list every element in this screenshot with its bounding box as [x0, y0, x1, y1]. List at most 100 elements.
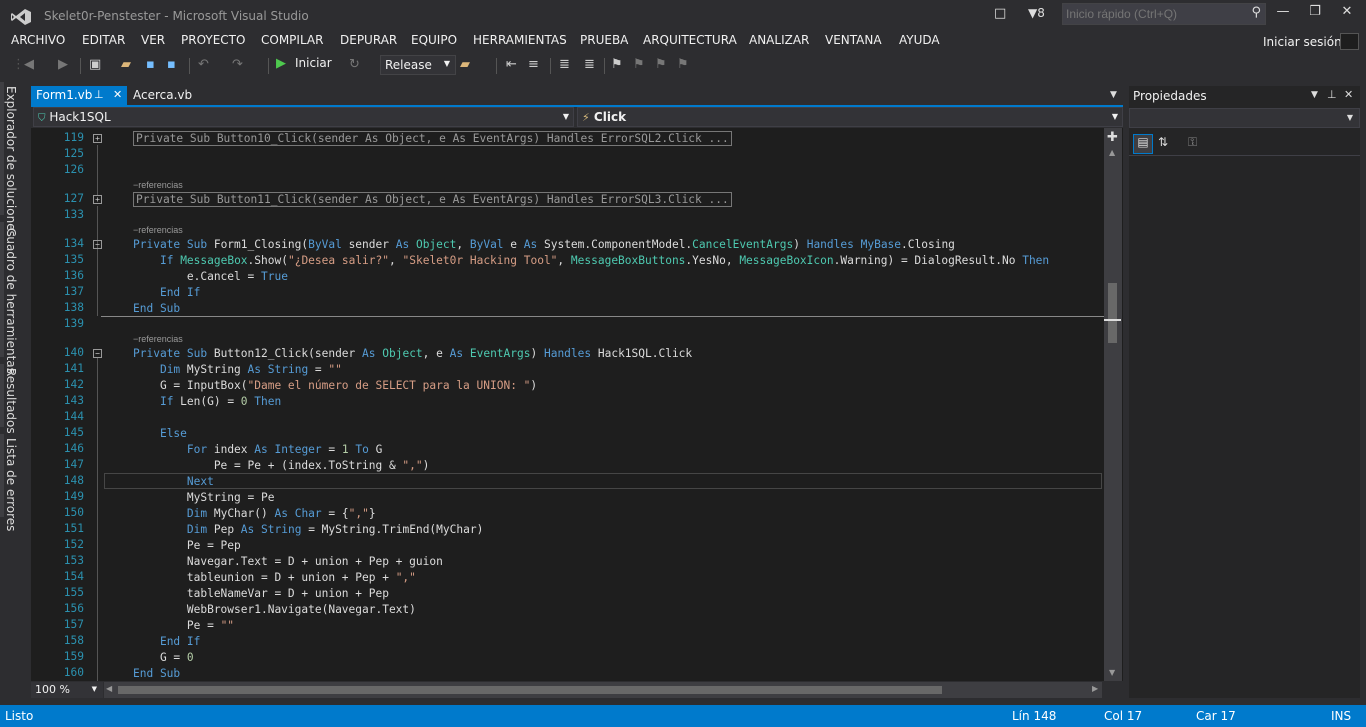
code-line: Private Sub Form1_Closing(ByVal sender A… — [133, 238, 955, 251]
split-icon[interactable]: ✚ — [1107, 130, 1118, 145]
menu-prueba[interactable]: PRUEBA — [580, 33, 628, 47]
undo-icon[interactable]: ↶ — [198, 57, 209, 72]
menu-ayuda[interactable]: AYUDA — [899, 33, 940, 47]
collapse-icon[interactable]: − — [93, 349, 102, 358]
status-insert-mode: INS — [1331, 709, 1352, 723]
maximize-button[interactable]: ❐ — [1300, 4, 1330, 24]
pin-icon[interactable]: ⊥ — [1327, 88, 1337, 101]
collapsed-block[interactable]: Private Sub Button11_Click(sender As Obj… — [133, 192, 732, 207]
close-icon[interactable]: ✕ — [113, 88, 122, 101]
zoom-dropdown[interactable]: 100 % ▼ — [31, 682, 103, 698]
scroll-up-icon[interactable]: ▲ — [1109, 148, 1115, 157]
open-file-icon[interactable]: ▰ — [121, 57, 131, 72]
step-icon[interactable]: ⇤ — [506, 57, 517, 72]
line-number: 147 — [63, 458, 84, 471]
menu-proyecto[interactable]: PROYECTO — [181, 33, 245, 47]
code-line: Pe = Pep — [133, 539, 241, 552]
redo-icon[interactable]: ↷ — [232, 57, 243, 72]
status-text: Listo — [5, 709, 34, 723]
tab-acerca[interactable]: Acerca.vb — [131, 86, 192, 105]
property-grid[interactable] — [1129, 155, 1360, 698]
code-line: Private Sub Button12_Click(sender As Obj… — [133, 347, 693, 360]
references-codelens[interactable]: −referencias — [133, 225, 183, 235]
notification-icon[interactable]: □ — [994, 6, 1006, 21]
menu-compilar[interactable]: COMPILAR — [261, 33, 323, 47]
quick-launch-input[interactable] — [1066, 6, 1236, 22]
quick-launch-box[interactable]: ⚲ — [1062, 3, 1266, 25]
close-button[interactable]: ✕ — [1332, 4, 1362, 24]
indent-icon[interactable]: ≡ — [528, 57, 539, 72]
scroll-left-icon[interactable]: ◀ — [106, 684, 112, 693]
menu-analizar[interactable]: ANALIZAR — [749, 33, 809, 47]
menu-editar[interactable]: EDITAR — [82, 33, 125, 47]
expand-icon[interactable]: + — [93, 195, 102, 204]
feedback-flag-icon[interactable]: ▼8 — [1028, 6, 1045, 20]
tab-output[interactable]: Resultados — [4, 368, 18, 434]
save-all-icon[interactable]: ▪ — [167, 57, 176, 72]
avatar[interactable] — [1340, 33, 1359, 50]
play-icon[interactable]: ▶ — [276, 56, 286, 71]
tab-form1[interactable]: Form1.vb ⊥ ✕ — [31, 86, 127, 105]
expand-icon[interactable]: + — [93, 134, 102, 143]
object-selector[interactable]: ▼ — [1129, 108, 1360, 128]
new-project-icon[interactable]: ▣ — [89, 57, 101, 72]
menu-equipo[interactable]: EQUIPO — [411, 33, 457, 47]
properties-title: Propiedades — [1133, 89, 1207, 103]
code-line: Pe = "" — [133, 619, 235, 632]
menu-ver[interactable]: VER — [141, 33, 165, 47]
scroll-right-icon[interactable]: ▶ — [1092, 684, 1098, 693]
horizontal-scroll-thumb[interactable] — [118, 686, 942, 694]
scroll-down-icon[interactable]: ▼ — [1109, 668, 1115, 677]
browse-icon[interactable]: ▰ — [460, 57, 470, 72]
panel-menu-icon[interactable]: ▼ — [1311, 90, 1318, 100]
code-line: Dim Pep As String = MyString.TrimEnd(MyC… — [186, 523, 484, 536]
bookmark-icon[interactable]: ⚑ — [611, 57, 623, 72]
uncomment-icon[interactable]: ≣ — [584, 57, 595, 72]
restart-icon[interactable]: ↻ — [349, 57, 360, 72]
tab-toolbox[interactable]: Cuadro de herramientas — [4, 228, 18, 374]
start-button[interactable]: Iniciar — [295, 56, 332, 70]
chevron-down-icon: ▼ — [1111, 112, 1118, 121]
minimize-button[interactable]: — — [1268, 4, 1298, 24]
menu-ventana[interactable]: VENTANA — [825, 33, 882, 47]
save-icon[interactable]: ▪ — [146, 57, 155, 72]
tab-label: Form1.vb — [36, 88, 93, 102]
line-number: 160 — [63, 666, 84, 679]
prev-bookmark-icon[interactable]: ⚑ — [633, 57, 645, 72]
current-line-highlight — [104, 473, 1102, 489]
property-pages-icon[interactable]: ⚿ — [1188, 135, 1197, 150]
vertical-scrollbar[interactable] — [1104, 128, 1122, 681]
collapse-icon[interactable]: − — [93, 240, 102, 249]
menu-arquitectura[interactable]: ARQUITECTURA — [643, 33, 737, 47]
tab-error-list[interactable]: Lista de errores — [4, 438, 18, 531]
code-line: e.Cancel = True — [133, 270, 288, 283]
vertical-scroll-thumb[interactable] — [1108, 283, 1117, 343]
next-bookmark-icon[interactable]: ⚑ — [655, 57, 667, 72]
menu-depurar[interactable]: DEPURAR — [340, 33, 397, 47]
clear-bookmarks-icon[interactable]: ⚑ — [677, 57, 689, 72]
collapsed-block[interactable]: Private Sub Button10_Click(sender As Obj… — [133, 131, 732, 146]
line-number: 152 — [63, 538, 84, 551]
pin-icon[interactable]: ⊥ — [94, 88, 104, 101]
tab-solution-explorer[interactable]: Explorador de soluciones — [4, 86, 18, 237]
back-icon[interactable]: ◀ — [24, 57, 34, 72]
sign-in-link[interactable]: Iniciar sesión — [1263, 35, 1342, 49]
class-dropdown[interactable]: ⛉ Hack1SQL ▼ — [33, 107, 574, 127]
comment-icon[interactable]: ≣ — [559, 57, 570, 72]
close-icon[interactable]: ✕ — [1344, 88, 1353, 101]
code-line: Dim MyChar() As Char = {","} — [186, 507, 376, 520]
references-codelens[interactable]: −referencias — [133, 334, 183, 344]
alphabetical-icon[interactable]: ⇅ — [1158, 135, 1168, 149]
categorized-icon[interactable]: ▤ — [1133, 134, 1153, 154]
forward-icon[interactable]: ▶ — [58, 57, 68, 72]
member-dropdown[interactable]: ⚡ Click ▼ — [577, 107, 1123, 127]
configuration-dropdown[interactable]: Release ▼ — [380, 55, 456, 75]
line-number: 159 — [63, 650, 84, 663]
code-line: Navegar.Text = D + union + Pep + guion — [133, 555, 443, 568]
code-line: G = InputBox("Dame el número de SELECT p… — [133, 379, 538, 392]
tab-dropdown-icon[interactable]: ▼ — [1110, 90, 1117, 100]
member-name: Click — [593, 110, 627, 124]
menu-archivo[interactable]: ARCHIVO — [11, 33, 65, 47]
menu-herramientas[interactable]: HERRAMIENTAS — [473, 33, 567, 47]
references-codelens[interactable]: −referencias — [133, 180, 183, 190]
